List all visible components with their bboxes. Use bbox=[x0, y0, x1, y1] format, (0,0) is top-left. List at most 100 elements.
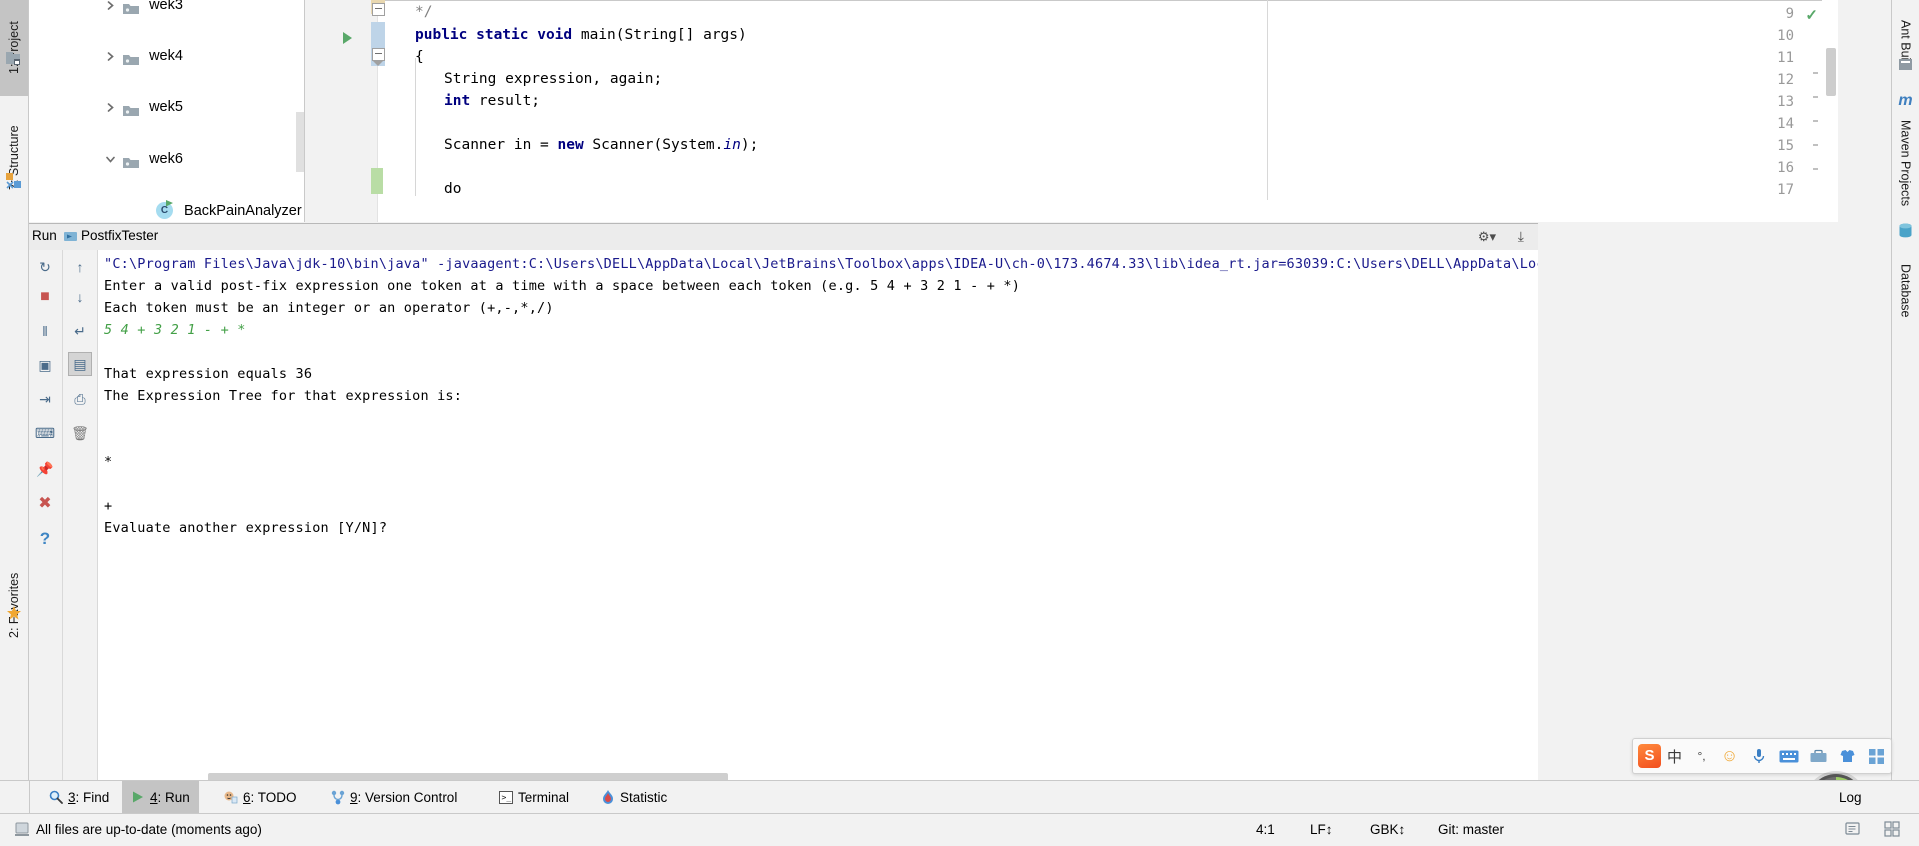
voice-input-icon[interactable] bbox=[1748, 748, 1769, 764]
sidebar-item-project[interactable]: 1: Project bbox=[0, 0, 28, 96]
stripe-tick bbox=[1813, 96, 1818, 98]
bottom-tool-window-bar: 3: Find 4: Run 6: TODO 9: Version Contro… bbox=[0, 780, 1919, 814]
file-encoding[interactable]: GBK↕ bbox=[1370, 822, 1405, 837]
pin-button[interactable]: 📌 bbox=[34, 458, 56, 480]
tab-vcs-shortcut: 9 bbox=[350, 789, 358, 805]
code-editor[interactable]: 9 10 11 12 13 14 15 16 17 */ public stat… bbox=[305, 0, 1838, 222]
console-line: Each token must be an integer or an oper… bbox=[104, 300, 554, 316]
tab-todo-label: : TODO bbox=[250, 789, 297, 805]
print-button[interactable]: ⎙ bbox=[69, 388, 91, 410]
tab-todo[interactable]: 6: TODO bbox=[214, 781, 306, 813]
event-log-icon[interactable] bbox=[1845, 821, 1861, 837]
sidebar-item-database[interactable]: Database bbox=[1892, 236, 1919, 346]
hide-window-icon[interactable]: ⤓ bbox=[1518, 228, 1524, 245]
changed-lines-marker[interactable] bbox=[371, 168, 383, 194]
punctuation-icon[interactable]: °, bbox=[1692, 749, 1711, 763]
stop-button[interactable]: ■ bbox=[34, 286, 56, 308]
caret-position[interactable]: 4:1 bbox=[1256, 822, 1275, 837]
terminal-icon: >_ bbox=[499, 790, 513, 804]
editor-gutter[interactable] bbox=[305, 0, 378, 222]
tree-node-wek4[interactable]: wek4 bbox=[29, 43, 304, 69]
line-number: 11 bbox=[1777, 50, 1794, 66]
project-icon bbox=[5, 50, 23, 68]
todo-icon bbox=[223, 790, 238, 804]
editor-vertical-scrollbar[interactable] bbox=[1826, 48, 1836, 96]
project-tree-panel[interactable]: wek3 wek4 wek5 wek6 C BackPainAnalyzer I… bbox=[29, 0, 305, 222]
console-output[interactable]: "C:\Program Files\Java\jdk-10\bin\java" … bbox=[98, 250, 1538, 790]
tree-node-wek6[interactable]: wek6 bbox=[29, 146, 304, 172]
tree-node-backpainanalyzer[interactable]: C BackPainAnalyzer bbox=[29, 198, 304, 222]
rerun-button[interactable]: ↻ bbox=[34, 256, 56, 278]
keyboard-button[interactable]: ⌨ bbox=[34, 422, 56, 444]
tab-terminal-label: Terminal bbox=[518, 789, 570, 805]
project-tree-scrollbar[interactable] bbox=[296, 112, 304, 172]
tree-node-wek3[interactable]: wek3 bbox=[29, 0, 304, 18]
line-number: 9 bbox=[1785, 6, 1794, 22]
tree-node-label: wek4 bbox=[149, 48, 183, 64]
console-line: "C:\Program Files\Java\jdk-10\bin\java" … bbox=[104, 256, 1538, 272]
git-branch[interactable]: Git: master bbox=[1438, 822, 1504, 837]
help-button[interactable]: ? bbox=[34, 528, 56, 550]
screenshot-button[interactable]: ▣ bbox=[34, 354, 56, 376]
line-separator[interactable]: LF↕ bbox=[1310, 822, 1333, 837]
run-method-icon[interactable] bbox=[343, 32, 352, 44]
tab-log[interactable]: Log bbox=[1830, 781, 1871, 813]
folder-icon bbox=[123, 152, 140, 168]
clear-all-button[interactable]: 🗑 bbox=[69, 422, 91, 444]
code-line: { bbox=[415, 49, 424, 65]
editor-error-stripe[interactable] bbox=[1822, 0, 1838, 222]
tab-statistic[interactable]: Statistic bbox=[592, 781, 676, 813]
tab-run[interactable]: 4: Run bbox=[122, 781, 199, 813]
skin-icon[interactable] bbox=[1837, 749, 1858, 763]
fold-collapse-icon[interactable] bbox=[372, 3, 385, 16]
vcs-icon bbox=[331, 790, 345, 805]
sogou-logo-icon[interactable] bbox=[1638, 744, 1661, 768]
chevron-right-icon[interactable] bbox=[105, 0, 119, 18]
pause-button[interactable]: ‖ bbox=[34, 320, 56, 342]
console-line: The Expression Tree for that expression … bbox=[104, 388, 463, 404]
menu-icon[interactable] bbox=[1866, 748, 1887, 764]
folder-icon bbox=[123, 0, 140, 14]
chinese-mode-icon[interactable]: 中 bbox=[1665, 746, 1684, 767]
inspection-ok-icon[interactable]: ✓ bbox=[1805, 6, 1818, 24]
soft-keyboard-icon[interactable] bbox=[1777, 750, 1800, 763]
scroll-up-button[interactable]: ↑ bbox=[69, 256, 91, 278]
hide-all-windows-icon[interactable] bbox=[1884, 821, 1900, 837]
folder-icon bbox=[123, 100, 140, 116]
toolbox-icon[interactable] bbox=[1808, 749, 1829, 763]
right-margin-line bbox=[1267, 0, 1268, 200]
search-icon bbox=[49, 790, 63, 804]
tab-version-control[interactable]: 9: Version Control bbox=[322, 781, 466, 813]
tab-terminal[interactable]: >_ Terminal bbox=[490, 781, 578, 813]
tree-node-label: wek6 bbox=[149, 151, 183, 167]
tab-find[interactable]: 3: Find bbox=[40, 781, 118, 813]
left-tool-rail: 1: Project 7: Structure 2: Favorites bbox=[0, 0, 29, 790]
export-button[interactable]: ⇥ bbox=[34, 388, 56, 410]
line-number: 10 bbox=[1777, 28, 1794, 44]
run-tab-postfixtester[interactable]: PostfixTester bbox=[81, 228, 158, 243]
soft-wrap-button[interactable]: ↵ bbox=[69, 320, 91, 342]
sidebar-item-ant-build[interactable]: Ant Build bbox=[1892, 0, 1919, 90]
close-button[interactable]: ✖ bbox=[34, 492, 56, 514]
chevron-right-icon[interactable] bbox=[105, 94, 119, 120]
sidebar-item-structure[interactable]: 7: Structure bbox=[0, 98, 28, 218]
code-line: public static void main(String[] args) bbox=[415, 27, 747, 43]
emoji-icon[interactable]: ☺ bbox=[1719, 746, 1740, 766]
code-line: do bbox=[444, 181, 462, 197]
gear-icon[interactable]: ⚙▾ bbox=[1478, 229, 1496, 245]
line-number: 13 bbox=[1777, 94, 1794, 110]
tab-find-shortcut: 3 bbox=[68, 789, 76, 805]
chevron-right-icon[interactable] bbox=[105, 43, 119, 69]
print-preview-button[interactable]: ▤ bbox=[68, 352, 92, 376]
sidebar-item-maven-projects[interactable]: Maven Projects bbox=[1892, 92, 1919, 234]
indent-guide bbox=[415, 58, 416, 196]
fold-arrow-icon bbox=[372, 60, 384, 66]
run-configuration-icon bbox=[64, 230, 78, 243]
sogou-ime-bar[interactable]: 中 °, ☺ bbox=[1632, 738, 1892, 774]
chevron-down-icon[interactable] bbox=[105, 146, 119, 172]
run-tool-window-header: Run PostfixTester ⚙▾ ⤓ bbox=[29, 223, 1538, 251]
scroll-down-button[interactable]: ↓ bbox=[69, 286, 91, 308]
console-line: Evaluate another expression [Y/N]? bbox=[104, 520, 388, 536]
tree-node-label: wek3 bbox=[149, 0, 183, 13]
tree-node-wek5[interactable]: wek5 bbox=[29, 94, 304, 120]
